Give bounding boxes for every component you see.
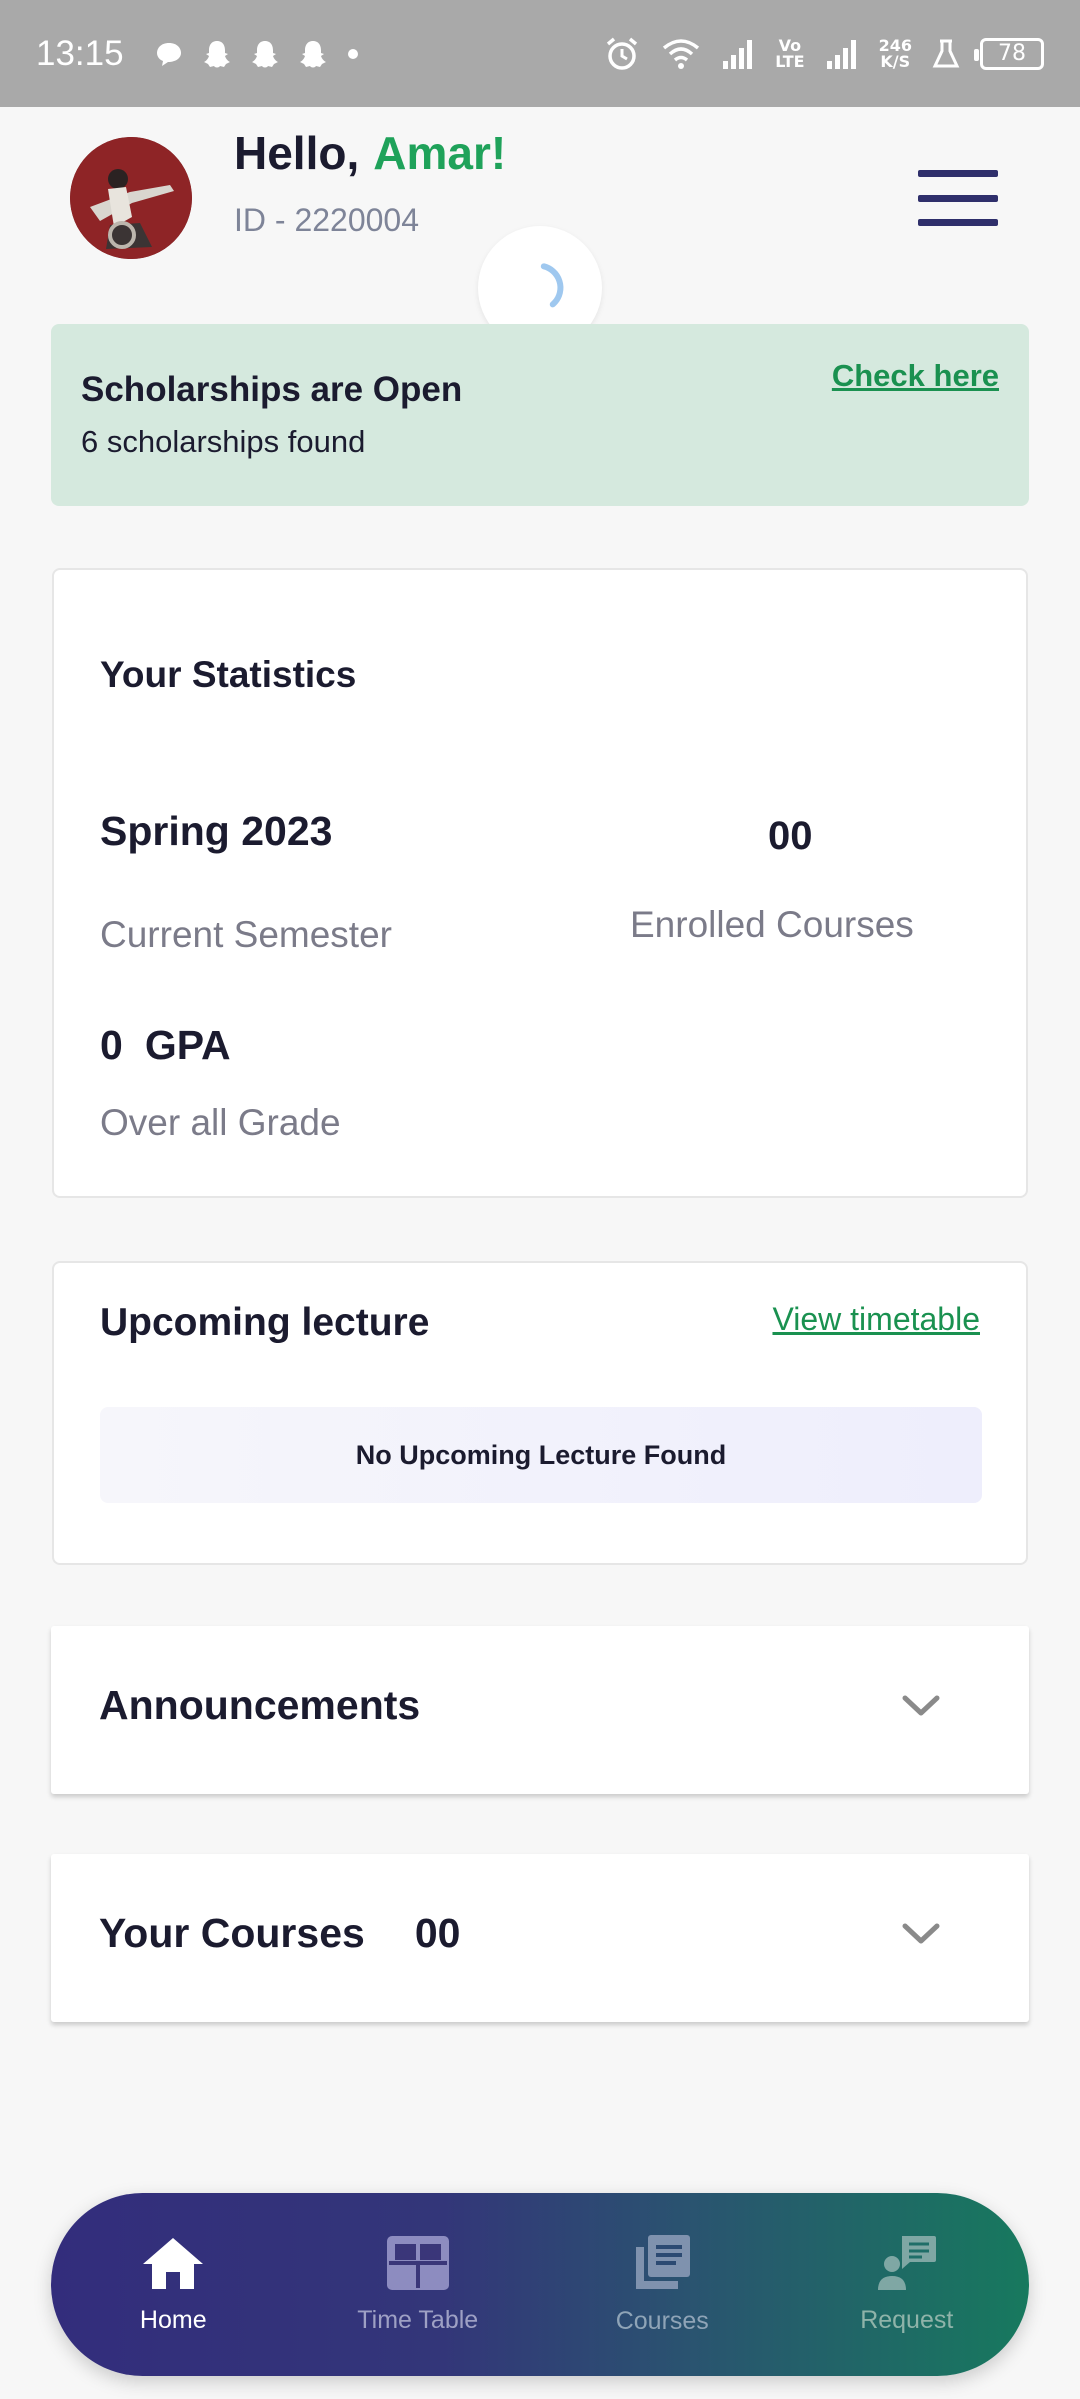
gpa-label: Over all Grade [100,1102,341,1143]
semester-label: Current Semester [100,914,392,955]
menu-bar [918,194,998,202]
nav-courses[interactable]: Courses [562,2233,762,2336]
table-icon [385,2234,451,2296]
gpa-unit: GPA [144,1022,231,1068]
alarm-icon [603,35,641,73]
home-icon [140,2234,206,2296]
nav-home[interactable]: Home [73,2234,273,2335]
scholarship-title: Scholarships are Open [81,370,463,409]
notification-icons [154,38,360,70]
status-time: 13:15 [36,33,124,73]
your-courses-header: Your Courses 00 [99,1910,460,1957]
network-speed-unit: K/S [880,51,911,71]
enrolled-courses-value: 00 [768,814,813,858]
lab-flask-icon [932,38,960,70]
gpa: 0 GPA [100,1022,231,1069]
menu-button[interactable] [918,170,998,226]
more-notifications-dot-icon [346,47,360,61]
nav-request-label: Request [860,2306,954,2334]
chat-bubble-icon [154,39,184,69]
semester-value: Spring 2023 [100,808,333,854]
nav-home-label: Home [139,2306,207,2334]
snapchat-icon [202,38,232,70]
user-name: Amar! [373,127,507,179]
your-courses-title: Your Courses [99,1910,365,1956]
battery-indicator: 78 [974,37,1044,70]
scholarship-count: 6 scholarships found [81,424,366,459]
snapchat-icon [250,38,280,70]
upcoming-lecture-title: Upcoming lecture [100,1301,430,1344]
bottom-navigation: Home Time Table Courses Request [51,2193,1029,2376]
signal-icon [825,37,859,71]
signal-icon [721,37,755,71]
nav-time-table[interactable]: Time Table [318,2234,518,2335]
volte-indicator: Vo LTE [775,35,805,71]
greeting-text: Hello, [234,127,360,179]
wifi-icon [661,37,701,71]
view-timetable-link[interactable]: View timetable [772,1301,980,1338]
nav-request[interactable]: Request [807,2234,1007,2335]
greeting: Hello, Amar! [234,126,506,180]
no-lecture-message: No Upcoming Lecture Found [100,1407,982,1503]
check-here-link[interactable]: Check here [832,358,999,394]
announcements-title: Announcements [99,1682,421,1728]
chevron-down-icon[interactable] [899,1920,943,1952]
gpa-value: 0 [100,1022,123,1068]
menu-bar [918,170,998,177]
network-speed: 246 K/S [879,37,912,71]
request-icon [876,2234,938,2296]
announcements-accordion[interactable]: Announcements [51,1626,1029,1794]
enrolled-courses-label: Enrolled Courses [630,904,914,945]
snapchat-icon [298,38,328,70]
nav-courses-label: Courses [615,2307,709,2335]
statistics-card: Your Statistics Spring 2023 Current Seme… [52,568,1028,1198]
chevron-down-icon[interactable] [899,1692,943,1724]
statistics-title: Your Statistics [100,654,357,695]
menu-bar [918,219,998,226]
scholarship-banner: Scholarships are Open 6 scholarships fou… [51,324,1029,506]
status-bar: 13:15 Vo LTE 246 K/S 78 [0,0,1080,107]
avatar[interactable] [70,137,192,259]
upcoming-lecture-card: Upcoming lecture View timetable No Upcom… [52,1261,1028,1565]
your-courses-accordion[interactable]: Your Courses 00 [51,1854,1029,2022]
student-id: ID - 2220004 [234,202,420,238]
your-courses-count: 00 [414,1910,461,1956]
courses-icon [632,2233,692,2297]
system-icons: Vo LTE 246 K/S 78 [603,35,1044,73]
spinner-icon [515,263,564,313]
nav-time-table-label: Time Table [357,2306,479,2334]
